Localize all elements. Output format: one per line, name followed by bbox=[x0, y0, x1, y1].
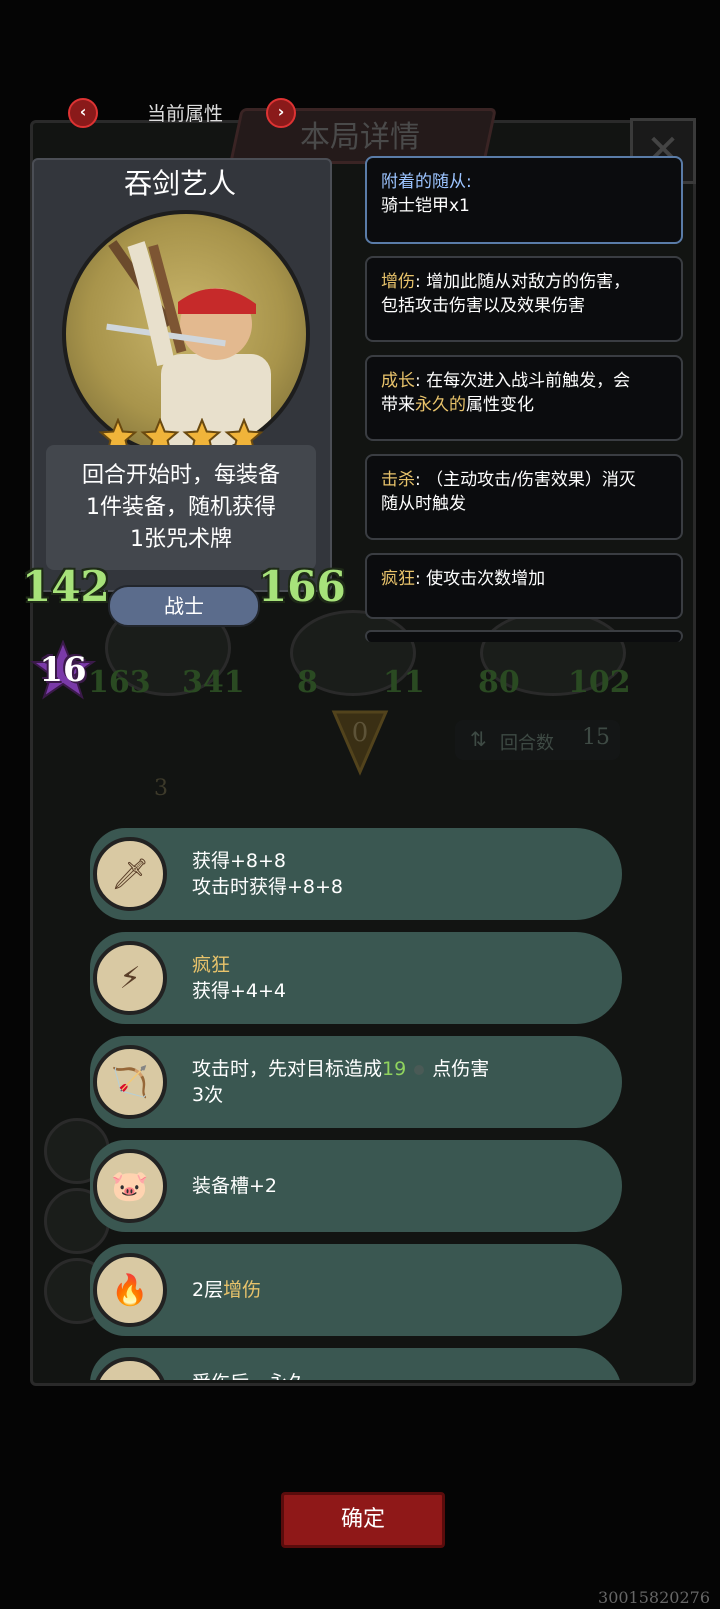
equipment-line: 受伤后，永久 bbox=[192, 1370, 306, 1380]
keyword-text: 包括攻击伤害以及效果伤害 bbox=[381, 296, 585, 316]
keyword-text: 带来 bbox=[381, 395, 415, 415]
keyword-damage-boost: 增伤: 增加此随从对敌方的伤害， 包括攻击伤害以及效果伤害 bbox=[365, 256, 683, 342]
round-icon: ⇅ bbox=[470, 727, 487, 751]
keyword-growth: 成长: 在每次进入战斗前触发，会 带来永久的属性变化 bbox=[365, 355, 683, 441]
keyword-panel-more[interactable] bbox=[365, 630, 683, 642]
attack-stat: 142 bbox=[22, 562, 110, 611]
confirm-button[interactable]: 确定 bbox=[281, 1492, 445, 1548]
prev-arrow-button[interactable]: ‹ bbox=[68, 98, 98, 128]
equipment-list-clip: ✦ 受伤后，永久 bbox=[0, 1348, 720, 1380]
enemy-attack: 163 bbox=[88, 665, 151, 700]
equipment-text: 2层增伤 bbox=[192, 1277, 261, 1303]
keyword-text: 属性变化 bbox=[466, 395, 534, 415]
equipment-line: 3次 bbox=[192, 1084, 224, 1106]
header-title: 当前属性 bbox=[146, 103, 223, 125]
golden-sword-icon: 🗡 bbox=[93, 837, 167, 911]
equipment-keyword: 增伤 bbox=[223, 1279, 262, 1301]
damage-icon bbox=[414, 1065, 425, 1075]
equipment-damage-number: 19 bbox=[382, 1058, 407, 1080]
keyword-title: 成长 bbox=[381, 371, 415, 391]
keyword-sep: : bbox=[415, 470, 421, 490]
enemy-attack: 80 bbox=[478, 665, 520, 700]
round-value: 15 bbox=[582, 725, 610, 750]
keyword-attached-minion: 附着的随从: 骑士铠甲x1 bbox=[365, 156, 683, 244]
keyword-text: （主动攻击/伤害效果）消灭 bbox=[426, 470, 636, 490]
equipment-line: 攻击时获得+8+8 bbox=[192, 876, 344, 898]
equipment-text: 装备槽+2 bbox=[192, 1173, 277, 1199]
card-description-line: 1件装备，随机获得 bbox=[86, 495, 276, 520]
equipment-line: 点伤害 bbox=[432, 1058, 490, 1080]
keyword-frenzy: 疯狂: 使攻击次数增加 bbox=[365, 553, 683, 619]
keyword-sep: : bbox=[415, 272, 421, 292]
keyword-text: 骑士铠甲x1 bbox=[381, 196, 470, 216]
keyword-title: 疯狂 bbox=[381, 569, 415, 589]
keyword-title: 击杀 bbox=[381, 470, 415, 490]
card-description-line: 1张咒术牌 bbox=[130, 527, 232, 552]
enemy-health: 341 bbox=[182, 665, 245, 700]
equipment-line: 获得+8+8 bbox=[192, 850, 287, 872]
keyword-sep: : bbox=[415, 371, 421, 391]
equipment-line: 2层 bbox=[192, 1279, 224, 1301]
enemy-health: 11 bbox=[383, 665, 425, 700]
center-count: 0 bbox=[351, 718, 369, 748]
equipment-keyword: 疯狂 bbox=[192, 954, 231, 976]
class-badge: 战士 bbox=[108, 585, 260, 627]
keyword-text: 在每次进入战斗前触发，会 bbox=[426, 371, 631, 391]
lightning-crystal-icon: ⚡ bbox=[93, 941, 167, 1015]
keyword-text: 增加此随从对敌方的伤害， bbox=[426, 272, 631, 292]
fire-hand-icon: 🔥 bbox=[93, 1253, 167, 1327]
keyword-title: 附着的随从 bbox=[381, 172, 466, 192]
equipment-row[interactable] bbox=[90, 1348, 622, 1380]
footer-code: 30015820276 bbox=[598, 1588, 710, 1607]
keyword-sep: : bbox=[415, 569, 421, 589]
round-label: 回合数 bbox=[500, 733, 554, 754]
keyword-sep: : bbox=[466, 172, 472, 192]
pig-armor-icon: 🐷 bbox=[93, 1149, 167, 1223]
equipment-line: 获得+4+4 bbox=[192, 980, 287, 1002]
keyword-text: 使攻击次数增加 bbox=[426, 569, 546, 589]
equipment-text: 攻击时，先对目标造成19 点伤害 3次 bbox=[192, 1056, 489, 1108]
equipment-row[interactable] bbox=[90, 828, 622, 920]
health-stat: 166 bbox=[258, 562, 346, 611]
keyword-highlight: 永久的 bbox=[415, 395, 466, 415]
coin-value: 3 bbox=[154, 776, 168, 801]
keyword-kill: 击杀: （主动攻击/伤害效果）消灭 随从时触发 bbox=[365, 454, 683, 540]
card-description-line: 回合开始时，每装备 bbox=[81, 463, 280, 488]
equipment-row[interactable] bbox=[90, 932, 622, 1024]
keyword-text: 随从时触发 bbox=[381, 494, 466, 514]
equipment-row[interactable] bbox=[90, 1140, 622, 1232]
enemy-health: 102 bbox=[568, 665, 631, 700]
keyword-title: 增伤 bbox=[381, 272, 415, 292]
equipment-text: 疯狂 获得+4+4 bbox=[192, 952, 286, 1004]
enemy-attack: 8 bbox=[297, 665, 318, 700]
equipment-row[interactable] bbox=[90, 1244, 622, 1336]
equipment-text: 获得+8+8 攻击时获得+8+8 bbox=[192, 848, 343, 900]
level-number: 16 bbox=[39, 650, 87, 690]
equipment-line: 装备槽+2 bbox=[192, 1175, 278, 1197]
crossbow-icon: 🏹 bbox=[93, 1045, 167, 1119]
next-arrow-button[interactable]: › bbox=[266, 98, 296, 128]
equipment-line: 攻击时，先对目标造成 bbox=[192, 1058, 383, 1080]
card-name: 吞剑艺人 bbox=[123, 167, 236, 200]
